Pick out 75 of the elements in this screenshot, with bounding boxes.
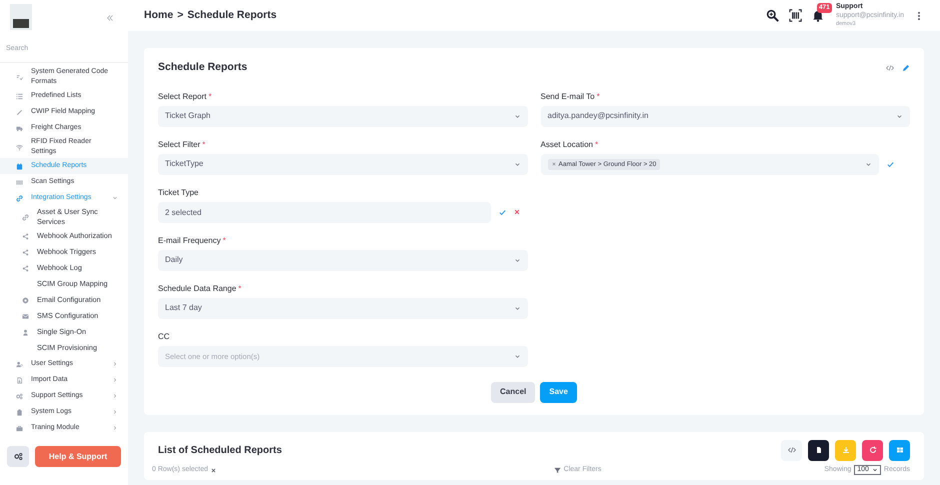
columns-button[interactable] — [889, 440, 910, 461]
code-icon[interactable] — [886, 64, 894, 72]
clipboard-icon — [16, 408, 23, 416]
search-icon[interactable] — [766, 9, 779, 22]
users-icon — [16, 360, 23, 368]
select-field[interactable]: Last 7 day — [158, 298, 528, 319]
text-field[interactable]: 2 selected — [158, 202, 490, 223]
import-icon — [16, 376, 23, 384]
breadcrumb-separator: > — [177, 8, 184, 23]
field-label: Asset Location — [540, 138, 593, 151]
remove-icon[interactable] — [552, 162, 556, 166]
chevron-down-icon — [514, 256, 520, 264]
truck-icon — [16, 124, 23, 132]
cancel-button[interactable]: Cancel — [491, 382, 536, 403]
code-format-icon — [16, 74, 23, 80]
chevron-down-icon — [872, 467, 878, 473]
link-icon — [16, 194, 23, 202]
barcode-scan-icon[interactable] — [788, 9, 802, 22]
chevron-down-icon — [865, 160, 872, 168]
select-field[interactable]: TicketType — [158, 154, 528, 175]
download-icon — [842, 446, 850, 454]
select-value: TicketType — [165, 158, 204, 170]
document-icon — [814, 446, 822, 454]
required-mark: * — [222, 234, 226, 247]
required-mark: * — [202, 138, 206, 151]
close-icon[interactable] — [514, 209, 520, 216]
wifi-icon — [16, 144, 23, 150]
select-field[interactable]: Ticket Graph — [158, 106, 528, 127]
breadcrumb-link[interactable]: Home — [144, 8, 174, 24]
select-value: Last 7 day — [165, 302, 202, 314]
collapse-icon[interactable] — [106, 14, 114, 22]
card-title: Schedule Reports — [158, 60, 248, 75]
logo-image — [10, 4, 32, 30]
field-label: CC — [158, 330, 170, 343]
field-label: Send E-mail To — [540, 90, 595, 103]
chevron-down-icon — [514, 160, 520, 168]
select-field[interactable]: Daily — [158, 250, 528, 271]
refresh-icon — [868, 446, 876, 454]
close-icon[interactable] — [211, 468, 216, 472]
chevron-down-icon — [514, 352, 520, 360]
briefcase-icon — [16, 424, 23, 432]
check-icon[interactable] — [498, 208, 506, 216]
field-label: Select Filter — [158, 138, 200, 151]
filter-icon — [554, 466, 561, 474]
required-mark: * — [238, 282, 242, 295]
gears-icon — [14, 452, 22, 461]
code-button[interactable] — [781, 440, 802, 461]
chevron-down-icon — [896, 112, 903, 120]
required-mark: * — [596, 90, 600, 103]
chevron-down-icon — [514, 304, 520, 312]
field-label: Schedule Data Range — [158, 282, 236, 295]
check-icon[interactable] — [887, 160, 894, 168]
table-icon — [896, 446, 904, 454]
field-label: E-mail Frequency — [158, 234, 221, 247]
refresh-button[interactable] — [862, 440, 883, 461]
gears-icon — [16, 392, 23, 400]
list-icon — [16, 92, 23, 100]
pen-icon — [16, 108, 23, 116]
settings-button[interactable] — [7, 446, 29, 467]
select-field[interactable]: aditya.pandey@pcsinfinity.in — [540, 106, 910, 127]
required-mark: * — [208, 90, 212, 103]
barcode-icon — [16, 178, 23, 186]
field-label: Select Report — [158, 90, 206, 103]
chevron-down-icon — [514, 112, 520, 120]
select-value: Ticket Graph — [165, 110, 210, 122]
field-label: Ticket Type — [158, 186, 198, 199]
select-value: aditya.pandey@pcsinfinity.in — [548, 110, 648, 122]
select-value: Daily — [165, 254, 183, 266]
calendar-icon — [16, 162, 23, 170]
card-title: List of Scheduled Reports — [158, 444, 282, 458]
required-mark: * — [594, 138, 598, 151]
pencil-icon[interactable] — [902, 64, 910, 72]
document-button[interactable] — [808, 440, 829, 461]
breadcrumb-current: Schedule Reports — [187, 8, 277, 23]
code-icon — [788, 446, 796, 454]
